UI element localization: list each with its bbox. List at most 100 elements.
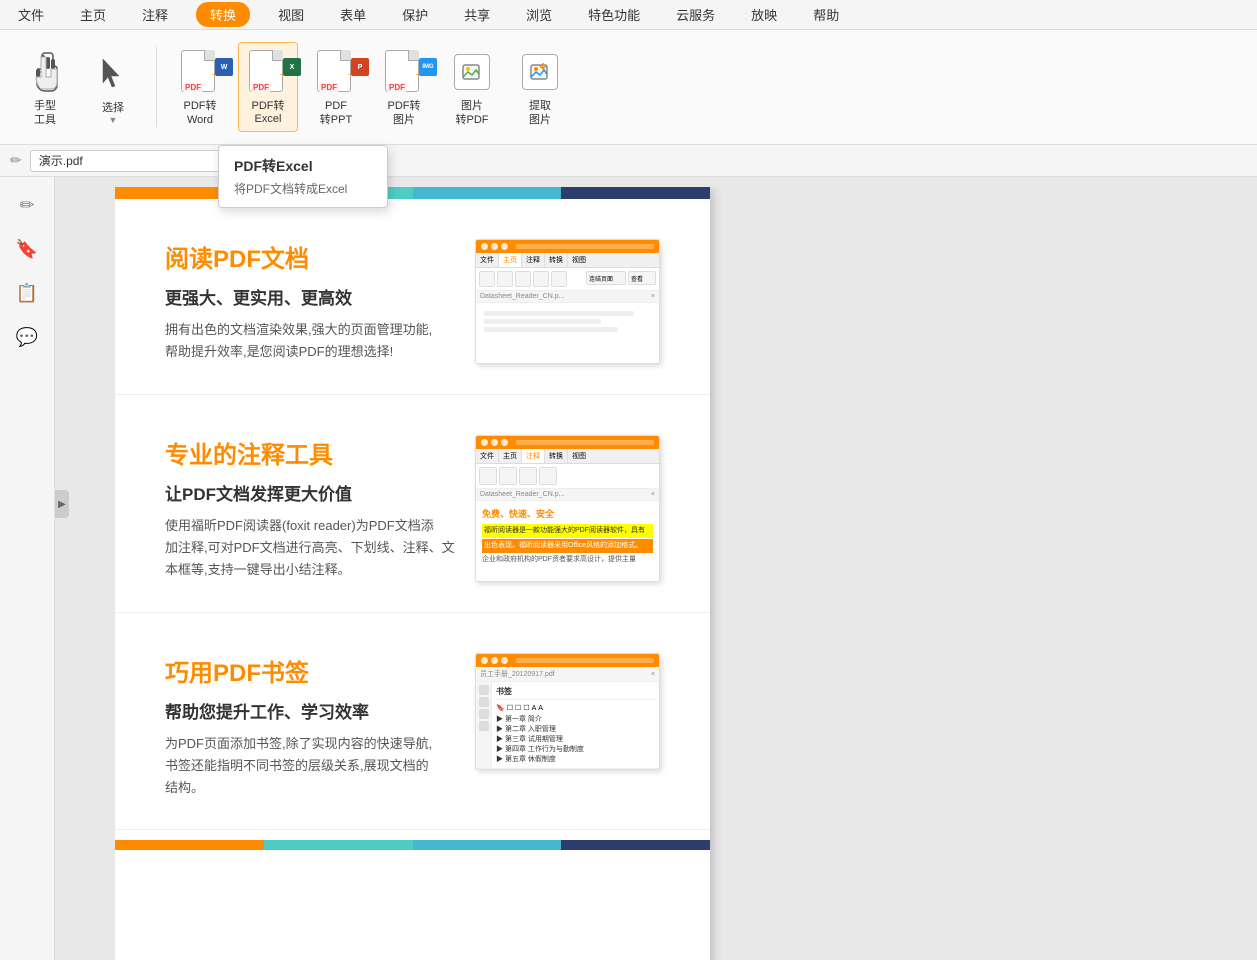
- extract-image-button[interactable]: 提取图片: [510, 42, 570, 132]
- pdf-to-ppt-label: PDF转PPT: [320, 100, 352, 126]
- mini-card-3-header: [476, 654, 659, 667]
- hand-icon: [25, 47, 65, 97]
- mini-tab-convert: 转换: [545, 253, 568, 267]
- section-bookmark-text: 巧用PDF书签 帮助您提升工作、学习效率 为PDF页面添加书签,除了实现内容的快…: [165, 653, 455, 799]
- mini-address-text-3: 员工手册_20120917.pdf: [480, 669, 555, 679]
- mini-dot-6: [501, 439, 508, 446]
- select-tool-button[interactable]: 选择 ▼: [83, 42, 143, 132]
- mini-tabs-2: 文件 主页 注释 转换 视图: [476, 449, 659, 464]
- mini-orange-highlight: 出色表现。福昕阅读器采用Office风格的添加格式。: [482, 539, 653, 553]
- mini-bk-item-4: ▶ 第四章 工作行为与勤制度: [496, 744, 655, 754]
- section-annotate: 专业的注释工具 让PDF文档发挥更大价值 使用福昕PDF阅读器(foxit re…: [115, 395, 710, 613]
- mini-line-1: [484, 311, 634, 316]
- image-to-pdf-button[interactable]: 图片转PDF: [442, 42, 502, 132]
- mini-tool-3: [515, 271, 531, 287]
- pdf-to-ppt-button[interactable]: PDF → P PDF转PPT: [306, 42, 366, 132]
- mini-tool-4: [533, 271, 549, 287]
- mini-tool-a2: [499, 467, 517, 485]
- sidebar-pages-icon[interactable]: 📋: [9, 275, 45, 311]
- left-sidebar: ✏ 🔖 📋 💬: [0, 177, 55, 960]
- mini-lt-4: [479, 721, 489, 731]
- bookmark-title: 巧用PDF书签: [165, 653, 455, 688]
- section-read-text: 阅读PDF文档 更强大、更实用、更高效 拥有出色的文档渲染效果,强大的页面管理功…: [165, 239, 455, 364]
- menu-item-表单[interactable]: 表单: [332, 1, 374, 28]
- mini-card-3: 员工手册_20120917.pdf ×: [475, 653, 660, 770]
- menu-bar: const pd = JSON.parse(document.getElemen…: [0, 0, 1257, 30]
- mini-bk-icon-1: 🔖: [496, 704, 505, 712]
- pdf-to-word-label: PDF转Word: [184, 100, 217, 126]
- menu-item-放映[interactable]: 放映: [743, 1, 785, 28]
- mini-tab-view: 视图: [568, 253, 590, 267]
- menu-item-浏览[interactable]: 浏览: [518, 1, 560, 28]
- mini-bk-icon-5: A: [532, 705, 537, 712]
- mini-line-2: [484, 319, 601, 324]
- select-icon: [93, 49, 133, 99]
- mini-tool-1: [479, 271, 495, 287]
- mini-bk-icon-6: A: [538, 705, 543, 712]
- filename-input[interactable]: [30, 150, 230, 172]
- mini-address-2: Datasheet_Reader_CN.p... ×: [476, 489, 659, 501]
- mini-line-3: [484, 327, 618, 332]
- mini-bk-icon-4: ☐: [523, 704, 529, 712]
- mini-card-2-header: [476, 436, 659, 449]
- mini-title-bar-2: [516, 440, 654, 445]
- menu-item-特色功能[interactable]: 特色功能: [580, 1, 648, 28]
- mini-tab-home-active: 主页: [499, 253, 522, 267]
- menu-item-共享[interactable]: 共享: [456, 1, 498, 28]
- pdf-document: 阅读PDF文档 更强大、更实用、更高效 拥有出色的文档渲染效果,强大的页面管理功…: [115, 187, 710, 960]
- bottom-bar-navy: [561, 840, 710, 850]
- sidebar-comment-icon[interactable]: 💬: [9, 319, 45, 355]
- pdf-to-excel-button[interactable]: PDF → X PDF转Excel: [238, 42, 298, 132]
- mini-tool-a1: [479, 467, 497, 485]
- sidebar-pencil-icon[interactable]: ✏: [9, 187, 45, 223]
- image-to-pdf-label: 图片转PDF: [456, 100, 489, 126]
- mini-right-tools-2: 查看: [628, 271, 656, 285]
- bar-navy: [561, 187, 710, 199]
- mini-bk-item-3: ▶ 第三章 试用期管理: [496, 734, 655, 744]
- mini-address-1: Datasheet_Reader_CN.p... ×: [476, 291, 659, 303]
- extract-image-label: 提取图片: [529, 100, 551, 126]
- mini-card-1-header: [476, 240, 659, 253]
- menu-item-文件[interactable]: 文件: [10, 1, 52, 28]
- toolbar: 手型工具 选择 ▼ PDF → W PDF转Word PDF: [0, 30, 1257, 145]
- section-read: 阅读PDF文档 更强大、更实用、更高效 拥有出色的文档渲染效果,强大的页面管理功…: [115, 199, 710, 395]
- section-bookmark: 巧用PDF书签 帮助您提升工作、学习效率 为PDF页面添加书签,除了实现内容的快…: [115, 613, 710, 830]
- menu-item-主页[interactable]: 主页: [72, 1, 114, 28]
- pdf-to-word-button[interactable]: PDF → W PDF转Word: [170, 42, 230, 132]
- tooltip-desc: 将PDF文档转成Excel: [234, 180, 372, 197]
- section-bookmark-flex: 巧用PDF书签 帮助您提升工作、学习效率 为PDF页面添加书签,除了实现内容的快…: [165, 653, 660, 799]
- mini-dot-2: [491, 243, 498, 250]
- section-annotate-flex: 专业的注释工具 让PDF文档发挥更大价值 使用福昕PDF阅读器(foxit re…: [165, 435, 660, 582]
- mini-bk-icon-2: ☐: [507, 704, 513, 712]
- image-to-pdf-icon: [452, 47, 492, 97]
- annotate-title: 专业的注释工具: [165, 435, 455, 470]
- menu-item-帮助[interactable]: 帮助: [805, 1, 847, 28]
- menu-item-注释[interactable]: 注释: [134, 1, 176, 28]
- hand-tool-button[interactable]: 手型工具: [15, 42, 75, 132]
- section-read-flex: 阅读PDF文档 更强大、更实用、更高效 拥有出色的文档渲染效果,强大的页面管理功…: [165, 239, 660, 364]
- mini-bookmark-tools: 🔖 ☐ ☐ ☐ A A: [496, 704, 655, 712]
- pdf-to-image-button[interactable]: PDF → IMG PDF转图片: [374, 42, 434, 132]
- mini-tool-5: [551, 271, 567, 287]
- mini-title-bar-3: [516, 658, 654, 663]
- mini-address-text-2: Datasheet_Reader_CN.p...: [480, 491, 564, 498]
- mini-lt-1: [479, 685, 489, 695]
- menu-item-视图[interactable]: 视图: [270, 1, 312, 28]
- pencil-icon: ✏: [10, 152, 22, 169]
- mini-close-3: ×: [651, 671, 655, 678]
- select-tool-label: 选择: [102, 102, 124, 115]
- mini-right-tools: 连结页面: [586, 271, 626, 285]
- menu-item-保护[interactable]: 保护: [394, 1, 436, 28]
- tooltip-title: PDF转Excel: [234, 156, 372, 176]
- menu-item-转换[interactable]: 转换: [196, 2, 250, 27]
- pdf-to-excel-label: PDF转Excel: [252, 100, 285, 126]
- sidebar-bookmark-icon[interactable]: 🔖: [9, 231, 45, 267]
- mini-card-1: 文件 主页 注释 转换 视图: [475, 239, 660, 364]
- mini-preview-2: 文件 主页 注释 转换 视图: [475, 435, 660, 582]
- mini-tab2-view: 视图: [568, 449, 590, 463]
- mini-dot-9: [501, 657, 508, 664]
- menu-item-云服务[interactable]: 云服务: [668, 1, 723, 28]
- mini-dot-3: [501, 243, 508, 250]
- mini-highlight-title: 免费、快速、安全: [482, 507, 653, 520]
- collapse-arrow[interactable]: ▶: [55, 490, 69, 518]
